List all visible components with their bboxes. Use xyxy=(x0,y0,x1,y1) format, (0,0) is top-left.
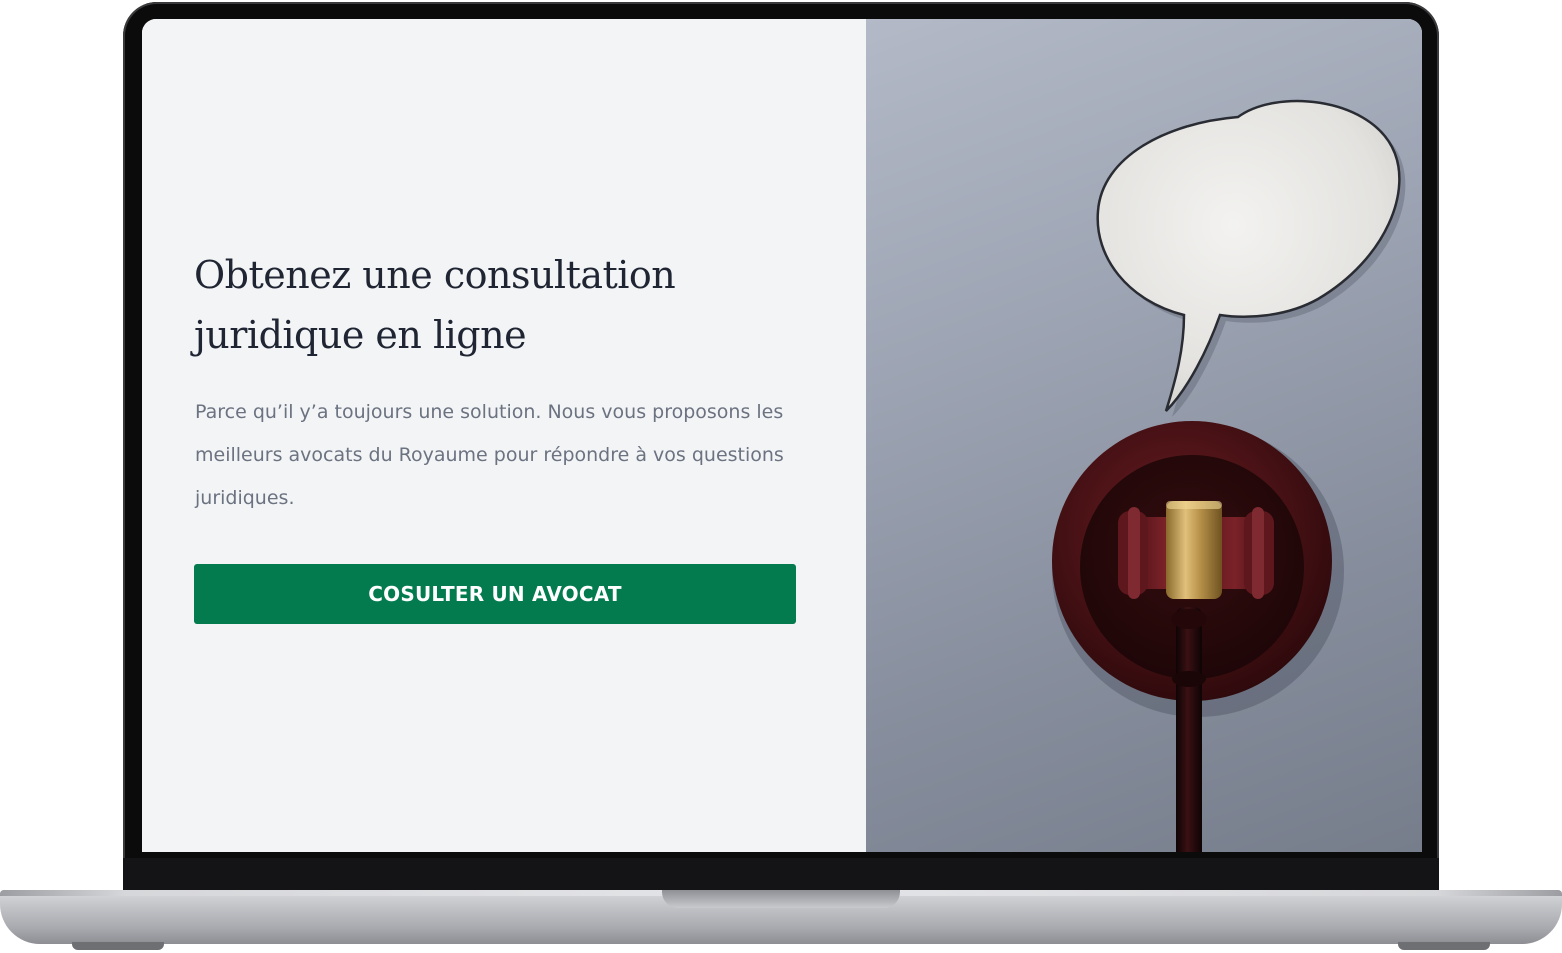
hero-text-panel: Obtenez une consultation juridique en li… xyxy=(142,19,866,852)
hero-image xyxy=(866,19,1422,852)
device-mockup: Obtenez une consultation juridique en li… xyxy=(0,0,1562,953)
laptop-bezel-bottom xyxy=(123,858,1439,890)
laptop-lid-notch xyxy=(662,890,900,908)
hero-headline: Obtenez une consultation juridique en li… xyxy=(194,253,676,357)
laptop-foot-right xyxy=(1398,942,1490,950)
hero-description: Parce qu’il y’a toujours une solution. N… xyxy=(195,401,784,509)
gavel-and-speech-bubble-illustration xyxy=(1052,99,1406,852)
gavel-handle xyxy=(1176,607,1202,852)
laptop-foot-left xyxy=(72,942,164,950)
gavel-head xyxy=(1118,501,1274,599)
consult-lawyer-button[interactable]: COSULTER UN AVOCAT xyxy=(194,564,796,624)
speech-bubble xyxy=(1096,99,1401,412)
laptop-screen: Obtenez une consultation juridique en li… xyxy=(142,19,1422,852)
